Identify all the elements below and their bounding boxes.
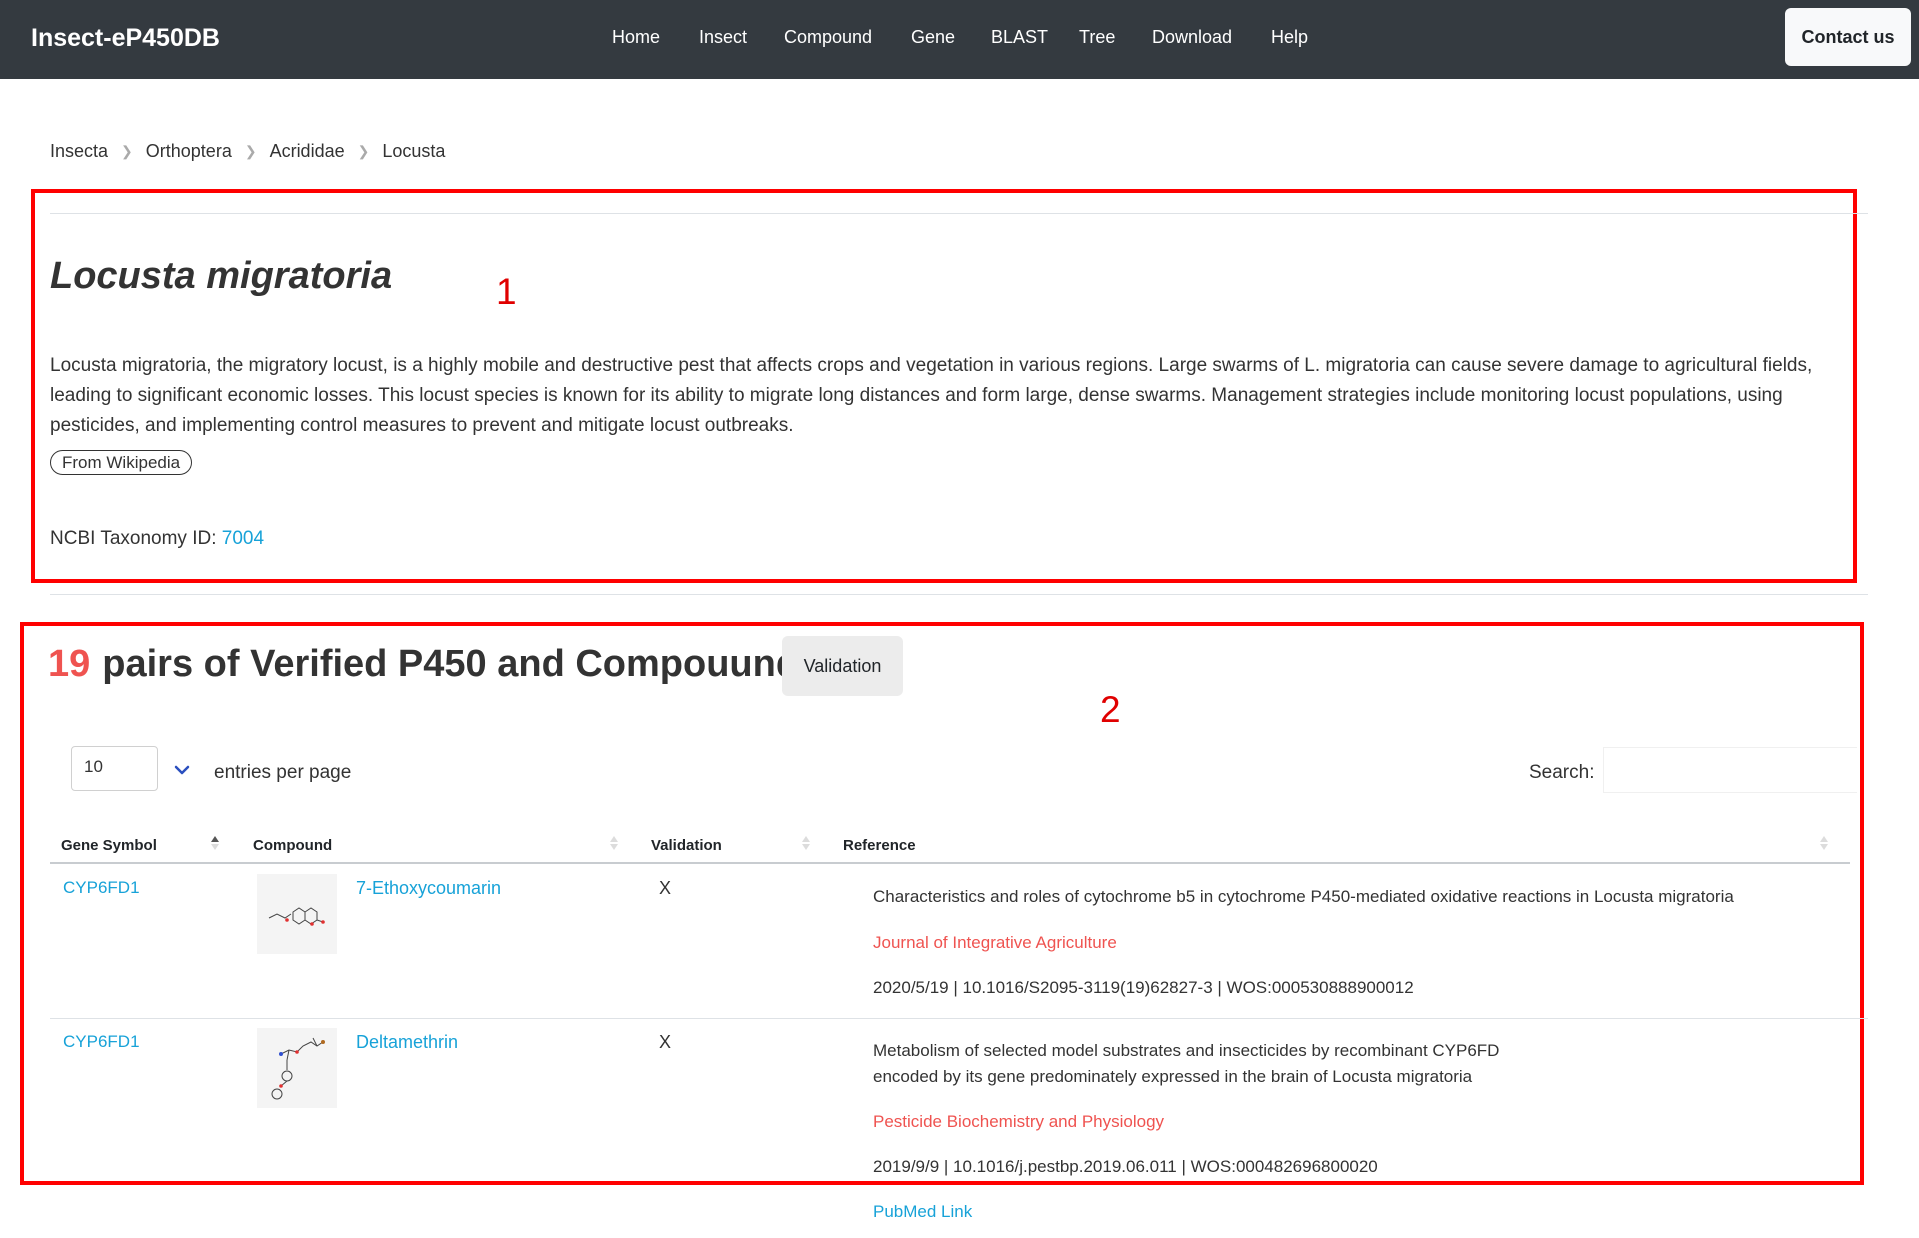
divider	[50, 594, 1868, 595]
nav-download[interactable]: Download	[1152, 27, 1232, 48]
nav-insect[interactable]: Insect	[699, 27, 747, 48]
header-validation[interactable]: Validation	[651, 837, 722, 854]
chevron-right-icon: ❯	[244, 143, 257, 159]
ncbi-label: NCBI Taxonomy ID:	[50, 528, 217, 549]
table-header-divider	[50, 862, 1850, 864]
gene-symbol-link[interactable]: CYP6FD1	[63, 878, 140, 898]
nav-tree[interactable]: Tree	[1079, 27, 1115, 48]
species-title: Locusta migratoria	[50, 255, 393, 297]
chevron-down-icon[interactable]	[173, 761, 191, 779]
breadcrumb-acrididae[interactable]: Acrididae	[270, 141, 345, 162]
from-wikipedia-button[interactable]: From Wikipedia	[50, 450, 193, 475]
reference-title-line-2: encoded by its gene predominately expres…	[873, 1067, 1473, 1086]
reference-title-line-1: Metabolism of selected model substrates …	[873, 1041, 1500, 1060]
breadcrumb-locusta[interactable]: Locusta	[382, 141, 445, 162]
header-reference[interactable]: Reference	[843, 837, 916, 854]
annotation-label-1: 1	[496, 271, 517, 312]
nav-home[interactable]: Home	[612, 27, 660, 48]
ncbi-taxonomy-link[interactable]: 7004	[222, 528, 264, 549]
compound-structure-image[interactable]	[257, 874, 337, 954]
compound-link[interactable]: Deltamethrin	[356, 1032, 458, 1053]
top-navbar: Insect-eP450DB Home Insect Compound Gene…	[0, 0, 1919, 79]
sort-icon[interactable]	[801, 833, 811, 853]
gene-symbol-link[interactable]: CYP6FD1	[63, 1032, 140, 1052]
sort-asc-icon[interactable]	[210, 833, 220, 853]
row-divider	[50, 1018, 1868, 1019]
header-gene-symbol[interactable]: Gene Symbol	[61, 837, 157, 854]
validation-value: X	[659, 878, 672, 898]
header-compound[interactable]: Compound	[253, 837, 332, 854]
chevron-right-icon: ❯	[357, 143, 370, 159]
reference-journal-link[interactable]: Pesticide Biochemistry and Physiology	[873, 1112, 1164, 1132]
nav-blast[interactable]: BLAST	[991, 27, 1048, 48]
entries-per-page-select[interactable]: 10	[71, 746, 158, 791]
pairs-heading: 19 pairs of Verified P450 and Compouunds	[48, 643, 820, 686]
search-label: Search:	[1529, 762, 1595, 783]
sort-icon[interactable]	[1819, 833, 1829, 853]
pairs-count: 19	[48, 643, 91, 685]
pubmed-link[interactable]: PubMed Link	[873, 1202, 972, 1222]
divider	[50, 213, 1868, 214]
reference-title: Characteristics and roles of cytochrome …	[873, 887, 1734, 906]
search-input[interactable]	[1603, 747, 1857, 793]
nav-compound[interactable]: Compound	[784, 27, 872, 48]
contact-us-button[interactable]: Contact us	[1785, 8, 1911, 66]
reference-meta: 2020/5/19 | 10.1016/S2095-3119(19)62827-…	[873, 978, 1414, 997]
annotation-label-2: 2	[1100, 689, 1121, 730]
reference-journal-link[interactable]: Journal of Integrative Agriculture	[873, 933, 1117, 953]
species-description: Locusta migratoria, the migratory locust…	[50, 355, 1813, 436]
chevron-right-icon: ❯	[121, 143, 133, 159]
brand-logo[interactable]: Insect-eP450DB	[31, 24, 220, 53]
ncbi-taxonomy: NCBI Taxonomy ID: 7004	[50, 528, 264, 550]
nav-help[interactable]: Help	[1271, 27, 1308, 48]
breadcrumb: Insecta ❯ Orthoptera ❯ Acrididae ❯ Locus…	[50, 141, 445, 162]
validation-button[interactable]: Validation	[782, 636, 903, 696]
pairs-heading-text: pairs of Verified P450 and Compouunds	[102, 643, 821, 685]
breadcrumb-insecta[interactable]: Insecta	[50, 141, 108, 162]
nav-gene[interactable]: Gene	[911, 27, 955, 48]
sort-icon[interactable]	[609, 833, 619, 853]
compound-link[interactable]: 7-Ethoxycoumarin	[356, 878, 501, 899]
entries-per-page-label: entries per page	[214, 762, 352, 783]
reference-meta: 2019/9/9 | 10.1016/j.pestbp.2019.06.011 …	[873, 1157, 1378, 1176]
compound-structure-image[interactable]	[257, 1028, 337, 1108]
validation-value: X	[659, 1032, 672, 1052]
breadcrumb-orthoptera[interactable]: Orthoptera	[146, 141, 232, 162]
